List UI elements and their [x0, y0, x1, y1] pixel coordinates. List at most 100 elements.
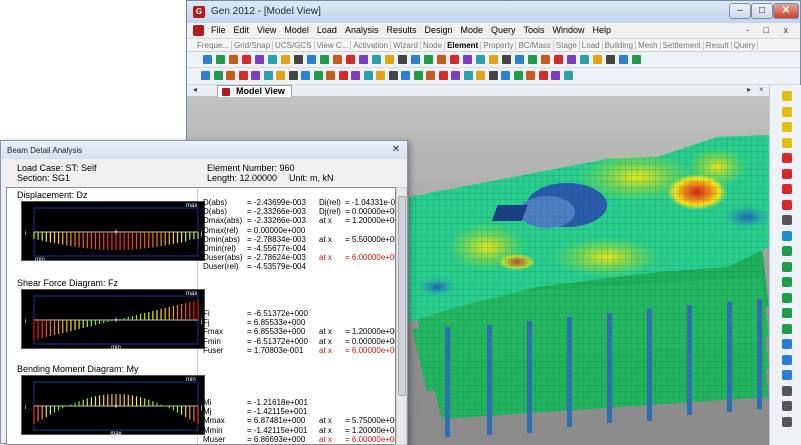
- view-tool-icon[interactable]: [782, 323, 792, 334]
- toolbar-tool-icon[interactable]: [359, 55, 368, 64]
- document-icon[interactable]: [193, 25, 204, 36]
- toolbar-tool-icon[interactable]: [301, 71, 310, 80]
- toolbar-tool-icon[interactable]: [263, 71, 273, 80]
- minimize-button[interactable]: –: [729, 3, 751, 19]
- menu-help[interactable]: Help: [593, 25, 612, 35]
- toolbar-tool-icon[interactable]: [401, 71, 410, 80]
- toolbar-tool-icon[interactable]: [501, 71, 510, 80]
- toolbar-tool-icon[interactable]: [346, 55, 355, 64]
- toolbar-tool-icon[interactable]: [372, 55, 381, 64]
- tab-ucs-gcs[interactable]: UCS/GCS: [273, 40, 315, 50]
- toolbar-tool-icon[interactable]: [438, 71, 448, 80]
- mdi-controls[interactable]: - □ x: [746, 25, 794, 35]
- view-tool-icon[interactable]: [782, 122, 792, 132]
- tab-close-icon[interactable]: ×: [759, 85, 764, 94]
- tab-result[interactable]: Result: [704, 40, 732, 50]
- tab-activation[interactable]: Activation: [351, 40, 392, 50]
- toolbar-tool-icon[interactable]: [411, 55, 420, 64]
- toolbar-tool-icon[interactable]: [333, 55, 342, 64]
- toolbar-tool-icon[interactable]: [320, 55, 329, 64]
- toolbar-tool-icon[interactable]: [476, 71, 485, 80]
- toolbar-tool-icon[interactable]: [538, 71, 548, 80]
- toolbar-tool-icon[interactable]: [563, 71, 573, 80]
- toolbar-tool-icon[interactable]: [229, 55, 238, 64]
- toolbar-tool-icon[interactable]: [294, 55, 303, 64]
- toolbar-tool-icon[interactable]: [338, 71, 348, 80]
- tab-bc-mass[interactable]: BC/Mass: [516, 40, 554, 50]
- toolbar-tool-icon[interactable]: [502, 55, 511, 64]
- toolbar-tool-icon[interactable]: [398, 55, 407, 64]
- menu-window[interactable]: Window: [553, 25, 585, 35]
- dialog-close-button[interactable]: ✕: [389, 144, 403, 156]
- toolbar-tool-icon[interactable]: [606, 55, 615, 64]
- toolbar-tool-icon[interactable]: [463, 55, 472, 64]
- tab-grid-snap[interactable]: Grid/Snap: [232, 40, 274, 50]
- view-tool-icon[interactable]: [782, 277, 792, 287]
- tab-mesh[interactable]: Mesh: [636, 40, 661, 50]
- menu-design[interactable]: Design: [424, 25, 452, 35]
- menu-view[interactable]: View: [257, 25, 276, 35]
- toolbar-tool-icon[interactable]: [213, 71, 223, 80]
- tab-view-c-[interactable]: View C...: [315, 40, 352, 50]
- tab-right-icon[interactable]: ▸: [747, 85, 751, 94]
- toolbar-tool-icon[interactable]: [632, 55, 641, 64]
- tab-query[interactable]: Query: [732, 40, 759, 50]
- menu-edit[interactable]: Edit: [234, 25, 250, 35]
- toolbar-tool-icon[interactable]: [242, 55, 251, 64]
- view-tool-icon[interactable]: [782, 370, 792, 380]
- toolbar-tool-icon[interactable]: [363, 71, 373, 80]
- toolbar-tool-icon[interactable]: [351, 71, 360, 80]
- toolbar-tool-icon[interactable]: [255, 55, 264, 64]
- toolbar-tool-icon[interactable]: [281, 55, 290, 64]
- tab-property[interactable]: Property: [481, 40, 517, 50]
- toolbar-tool-icon[interactable]: [376, 71, 385, 80]
- tab-left-icon[interactable]: ◂: [193, 85, 197, 94]
- view-tool-icon[interactable]: [782, 261, 792, 272]
- menu-query[interactable]: Query: [491, 25, 516, 35]
- toolbar-tool-icon[interactable]: [238, 71, 248, 80]
- view-tool-icon[interactable]: [782, 168, 792, 179]
- view-tool-icon[interactable]: [782, 199, 792, 210]
- tab-node[interactable]: Node: [421, 40, 446, 50]
- toolbar-tool-icon[interactable]: [203, 55, 212, 64]
- tab-freque-[interactable]: Freque...: [195, 40, 233, 50]
- view-tool-icon[interactable]: [782, 137, 792, 148]
- toolbar-tool-icon[interactable]: [541, 55, 550, 64]
- toolbar-tool-icon[interactable]: [619, 55, 628, 64]
- view-tool-icon[interactable]: [782, 339, 792, 349]
- tab-building[interactable]: Building: [603, 40, 637, 50]
- view-tool-icon[interactable]: [782, 292, 792, 303]
- menu-load[interactable]: Load: [317, 25, 337, 35]
- dialog-scrollbar[interactable]: [396, 187, 407, 445]
- toolbar-tool-icon[interactable]: [326, 71, 335, 80]
- toolbar-tool-icon[interactable]: [526, 71, 535, 80]
- toolbar-tool-icon[interactable]: [489, 55, 498, 64]
- view-tool-icon[interactable]: [782, 385, 792, 396]
- tab-load[interactable]: Load: [580, 40, 603, 50]
- menu-model[interactable]: Model: [284, 25, 309, 35]
- view-tool-icon[interactable]: [782, 308, 792, 318]
- menu-results[interactable]: Results: [386, 25, 416, 35]
- view-tool-icon[interactable]: [782, 184, 792, 194]
- view-tool-icon[interactable]: [782, 416, 792, 427]
- toolbar-tool-icon[interactable]: [307, 55, 316, 64]
- toolbar-tool-icon[interactable]: [201, 71, 210, 80]
- toolbar-tool-icon[interactable]: [388, 71, 398, 80]
- toolbar-tool-icon[interactable]: [216, 55, 225, 64]
- menu-tools[interactable]: Tools: [524, 25, 545, 35]
- toolbar-tool-icon[interactable]: [413, 71, 423, 80]
- toolbar-tool-icon[interactable]: [288, 71, 298, 80]
- toolbar-tool-icon[interactable]: [276, 71, 285, 80]
- toolbar-tool-icon[interactable]: [528, 55, 537, 64]
- view-tool-icon[interactable]: [782, 91, 792, 101]
- toolbar-tool-icon[interactable]: [580, 55, 589, 64]
- view-tool-icon[interactable]: [782, 153, 792, 163]
- toolbar-tool-icon[interactable]: [268, 55, 277, 64]
- tab-settlement[interactable]: Settlement: [661, 40, 704, 50]
- view-tool-icon[interactable]: [782, 354, 792, 365]
- toolbar-tool-icon[interactable]: [515, 55, 524, 64]
- toolbar-tool-icon[interactable]: [251, 71, 260, 80]
- view-tool-icon[interactable]: [782, 246, 792, 256]
- scrollbar-thumb[interactable]: [398, 196, 406, 396]
- tab-model-view[interactable]: Model View: [217, 85, 292, 97]
